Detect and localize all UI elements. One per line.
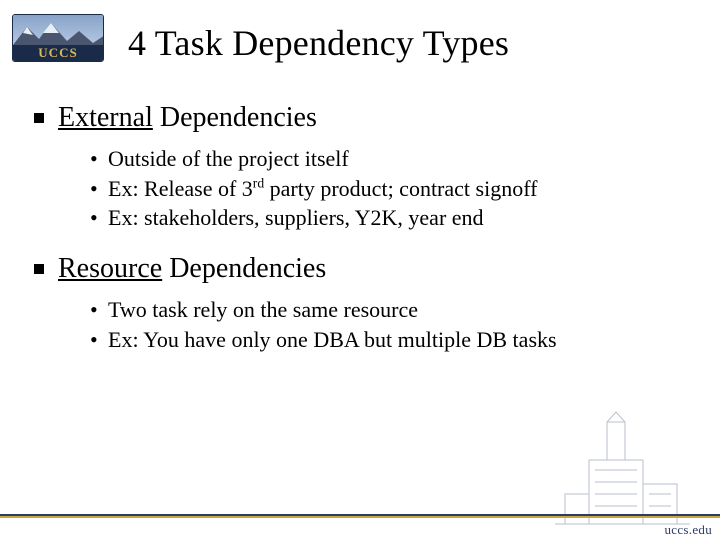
list-item: •Ex: You have only one DBA but multiple …: [90, 325, 690, 355]
bullet-square-icon: [34, 113, 44, 123]
heading-rest: Dependencies: [153, 102, 317, 133]
list-item: •Ex: Release of 3rd party product; contr…: [90, 174, 690, 204]
slide-body: External Dependencies •Outside of the pr…: [34, 102, 690, 374]
footer-divider: [0, 514, 720, 518]
slide-title: 4 Task Dependency Types: [128, 22, 509, 64]
logo-text: UCCS: [38, 45, 77, 61]
sub-bullets: •Outside of the project itself •Ex: Rele…: [90, 144, 690, 233]
section-heading: External Dependencies: [34, 102, 690, 134]
bullet-square-icon: [34, 264, 44, 274]
heading-rest: Dependencies: [162, 253, 326, 284]
list-item: •Outside of the project itself: [90, 144, 690, 174]
sub-bullets: •Two task rely on the same resource •Ex:…: [90, 295, 690, 354]
brand-logo: UCCS: [12, 14, 104, 62]
list-item: •Ex: stakeholders, suppliers, Y2K, year …: [90, 203, 690, 233]
building-watermark-icon: [555, 410, 690, 540]
heading-underlined: External: [58, 102, 153, 133]
list-item: •Two task rely on the same resource: [90, 295, 690, 325]
section-heading: Resource Dependencies: [34, 253, 690, 285]
heading-underlined: Resource: [58, 253, 162, 284]
footer-url: uccs.edu: [664, 522, 712, 538]
mountain-icon: [13, 21, 104, 45]
